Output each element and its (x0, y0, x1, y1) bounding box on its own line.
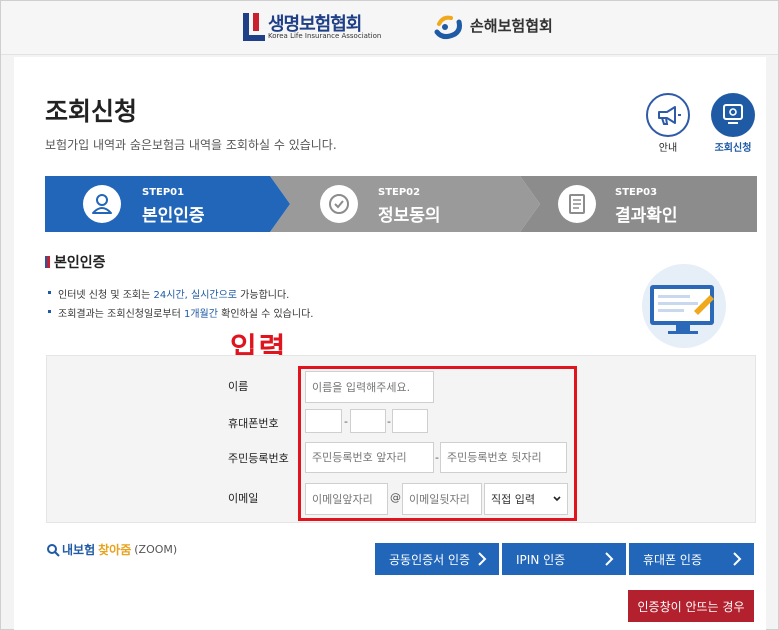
nonlife-insurance-logo-icon (434, 15, 462, 40)
chevron-right-icon (733, 552, 742, 566)
step3-label: 결과확인 (615, 206, 678, 226)
inquiry-button[interactable] (711, 93, 755, 137)
megaphone-icon (658, 106, 681, 125)
guide-label: 안내 (658, 143, 678, 154)
section-marker-red (47, 256, 50, 268)
notice-2-text-end: 확인하실 수 있습니다. (217, 309, 314, 320)
life-insurance-logo-icon (243, 13, 265, 41)
bullet-icon (48, 310, 51, 313)
auth-window-help-button[interactable]: 인증창이 안뜨는 경우 (628, 590, 754, 622)
notice-1-text-end: 가능합니다. (237, 290, 290, 301)
section-title: 본인인증 (54, 255, 106, 271)
phone-label: 휴대폰번호 (228, 417, 279, 430)
nonlife-insurance-logo-text: 손해보험협회 (470, 17, 553, 35)
input-highlight-box (298, 366, 577, 521)
phone-auth-button[interactable]: 휴대폰 인증 (629, 543, 754, 575)
chevron-right-icon (605, 552, 614, 566)
step1-number: STEP01 (142, 187, 185, 198)
cert-auth-label: 공동인증서 인증 (389, 552, 471, 567)
page-title: 조회신청 (45, 97, 138, 126)
ipin-auth-button[interactable]: IPIN 인증 (502, 543, 626, 575)
zoom-text-3: (ZOOM) (134, 543, 178, 556)
step2-label: 정보동의 (378, 206, 441, 226)
step2-number: STEP02 (378, 187, 421, 198)
notice-line-1: 인터넷 신청 및 조회는 24시간, 실시간으로 가능합니다. (58, 286, 289, 301)
bullet-icon (48, 291, 51, 294)
step1-label: 본인인증 (142, 206, 205, 226)
step3-document-icon (558, 185, 596, 223)
notice-1-highlight: 24시간, 실시간으로 (153, 290, 237, 301)
computer-illustration-icon (642, 264, 726, 348)
name-label: 이름 (228, 380, 249, 393)
ipin-auth-label: IPIN 인증 (516, 552, 566, 567)
chevron-right-icon (478, 552, 487, 566)
notice-2-text: 조회결과는 조회신청일로부터 (58, 309, 184, 320)
rrn-label: 주민등록번호 (228, 452, 289, 465)
email-label: 이메일 (228, 492, 259, 505)
guide-button[interactable] (646, 93, 690, 137)
zoom-service-link[interactable]: 내보험 찾아줌 (ZOOM) (46, 541, 177, 558)
magnifier-icon (47, 543, 60, 557)
notice-2-highlight: 1개월간 (183, 309, 218, 320)
step3-number: STEP03 (615, 187, 658, 198)
top-header (1, 1, 778, 55)
step1-user-icon (83, 185, 121, 223)
notice-1-text: 인터넷 신청 및 조회는 (58, 290, 154, 301)
inquiry-label: 조회신청 (714, 143, 752, 154)
monitor-search-icon (723, 104, 743, 124)
zoom-text-1: 내보험 (62, 543, 96, 557)
cert-auth-button[interactable]: 공동인증서 인증 (375, 543, 499, 575)
step2-check-icon (320, 185, 358, 223)
notice-line-2: 조회결과는 조회신청일로부터 1개월간 확인하실 수 있습니다. (58, 305, 313, 320)
page-description: 보험가입 내역과 숨은보험금 내역을 조회하실 수 있습니다. (45, 138, 337, 152)
zoom-text-2: 찾아줌 (98, 543, 132, 557)
life-insurance-logo-subtext: Korea Life Insurance Association (268, 32, 382, 40)
phone-auth-label: 휴대폰 인증 (643, 552, 703, 567)
